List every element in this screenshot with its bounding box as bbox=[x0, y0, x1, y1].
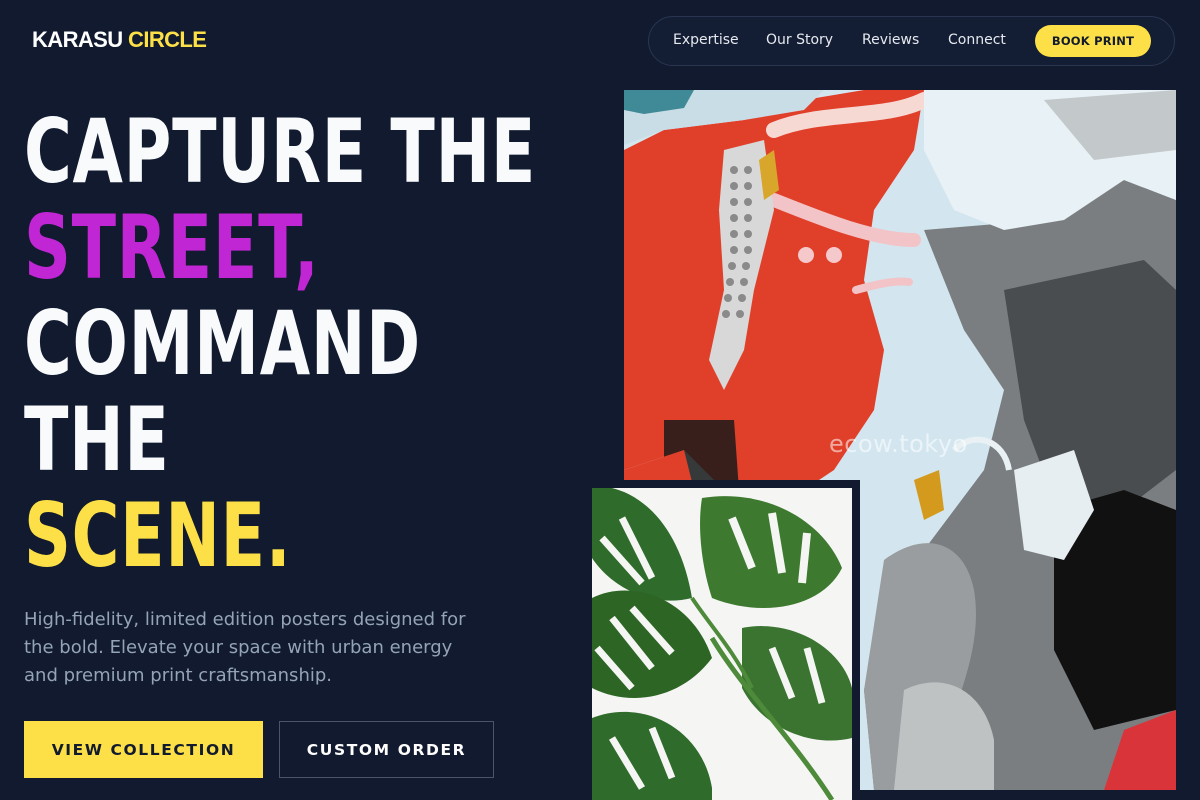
monstera-illustration bbox=[592, 488, 852, 800]
headline-line-3: COMMAND bbox=[24, 292, 421, 395]
hero-subtext: High-fidelity, limited edition posters d… bbox=[24, 609, 466, 686]
view-collection-button[interactable]: VIEW COLLECTION bbox=[24, 721, 263, 778]
brand-logo[interactable]: KARASU CIRCLE bbox=[32, 27, 207, 53]
nav-link-reviews[interactable]: Reviews bbox=[862, 32, 919, 48]
nav-link-our-story[interactable]: Our Story bbox=[766, 32, 833, 48]
brand-name-part1: KARASU bbox=[32, 27, 123, 52]
brand-name-part2: CIRCLE bbox=[128, 27, 207, 52]
nav-link-connect[interactable]: Connect bbox=[948, 32, 1006, 48]
poster-watermark: ecow.tokyo bbox=[829, 430, 968, 458]
headline-line-2: STREET, bbox=[24, 196, 320, 299]
headline-line-5: SCENE. bbox=[24, 484, 292, 587]
hero-headline: CAPTURE THE STREET, COMMAND THE SCENE. bbox=[24, 104, 584, 584]
plant-poster-image bbox=[592, 488, 852, 800]
book-print-button[interactable]: BOOK PRINT bbox=[1035, 25, 1151, 57]
custom-order-button[interactable]: CUSTOM ORDER bbox=[279, 721, 494, 778]
main-nav: Expertise Our Story Reviews Connect BOOK… bbox=[648, 16, 1175, 66]
headline-line-4: THE bbox=[24, 388, 170, 491]
nav-link-expertise[interactable]: Expertise bbox=[673, 32, 739, 48]
headline-line-1: CAPTURE THE bbox=[24, 100, 537, 203]
